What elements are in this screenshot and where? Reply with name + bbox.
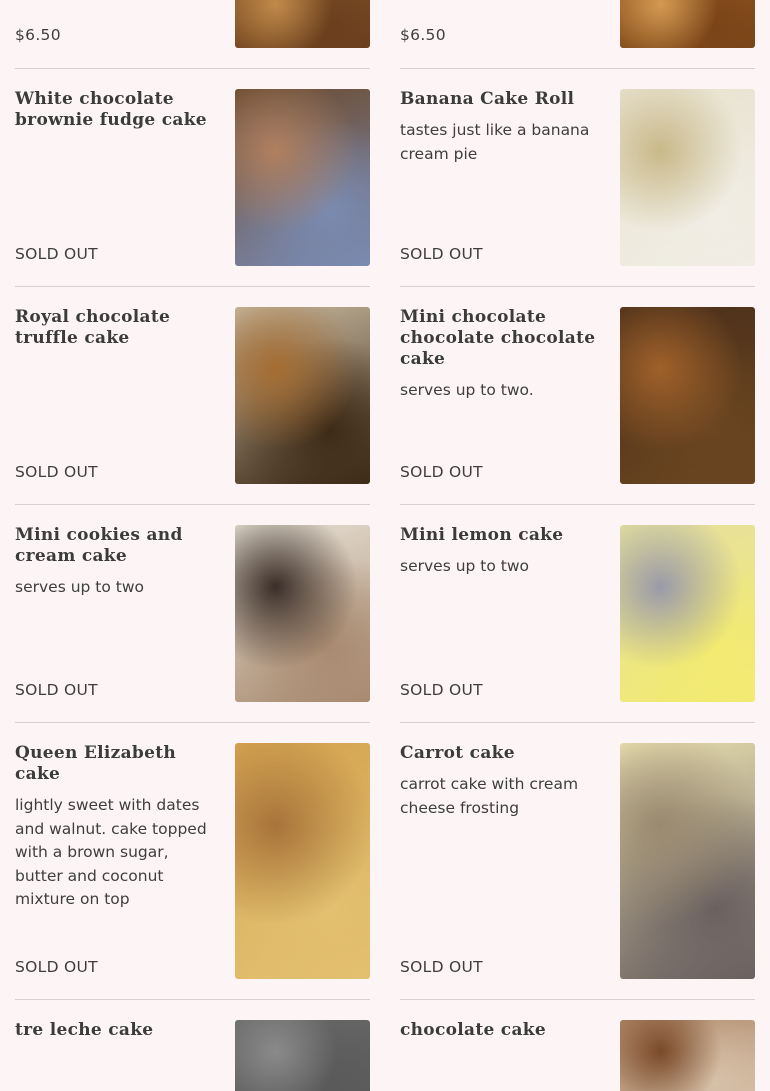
- menu-item[interactable]: Mini cookies and cream cake serves up to…: [15, 525, 370, 723]
- cake-photo-image[interactable]: [620, 307, 755, 484]
- item-description: serves up to two.: [400, 381, 534, 399]
- menu-item[interactable]: Royal chocolate truffle cake SOLD OUT: [15, 307, 370, 505]
- cake-photo-image[interactable]: [235, 0, 370, 48]
- sold-out-label: SOLD OUT: [400, 681, 483, 699]
- item-name: Queen Elizabeth cake: [15, 743, 177, 784]
- sold-out-label: SOLD OUT: [400, 245, 483, 263]
- item-name: Carrot cake: [400, 743, 515, 763]
- sold-out-label: SOLD OUT: [15, 958, 98, 976]
- menu-item[interactable]: Carrot cake carrot cake with cream chees…: [400, 743, 755, 1000]
- item-divider: [15, 999, 370, 1000]
- item-description: lightly sweet with dates and walnut. cak…: [15, 796, 207, 908]
- item-divider: [15, 286, 370, 287]
- menu-item[interactable]: Mini lemon cake serves up to two SOLD OU…: [400, 525, 755, 723]
- sold-out-label: SOLD OUT: [400, 958, 483, 976]
- item-name: Banana Cake Roll: [400, 89, 575, 109]
- menu-grid: $6.50 $6.50 White chocolate brownie fudg…: [0, 0, 770, 1091]
- cake-photo-image[interactable]: [620, 525, 755, 702]
- item-name: White chocolate brownie fudge cake: [15, 89, 207, 130]
- item-name: Mini chocolate chocolate chocolate cake: [400, 307, 596, 369]
- menu-item[interactable]: $6.50: [15, 0, 370, 69]
- cake-photo-image[interactable]: [235, 743, 370, 979]
- item-divider: [15, 722, 370, 723]
- item-divider: [400, 722, 755, 723]
- sold-out-label: SOLD OUT: [15, 463, 98, 481]
- item-description: serves up to two: [15, 578, 145, 596]
- item-divider: [15, 68, 370, 69]
- menu-item[interactable]: $6.50: [400, 0, 755, 69]
- item-name: Mini lemon cake: [400, 525, 564, 545]
- item-divider: [15, 504, 370, 505]
- cake-photo-image[interactable]: [235, 307, 370, 484]
- item-divider: [400, 286, 755, 287]
- cake-photo-image[interactable]: [620, 89, 755, 266]
- menu-item[interactable]: White chocolate brownie fudge cake SOLD …: [15, 89, 370, 287]
- item-divider: [400, 68, 755, 69]
- item-description: tastes just like a banana cream pie: [400, 121, 590, 163]
- sold-out-label: SOLD OUT: [400, 463, 483, 481]
- sold-out-label: SOLD OUT: [15, 245, 98, 263]
- item-divider: [400, 999, 755, 1000]
- item-price: $6.50: [15, 26, 61, 44]
- menu-item[interactable]: Mini chocolate chocolate chocolate cake …: [400, 307, 755, 505]
- menu-item[interactable]: Queen Elizabeth cake lightly sweet with …: [15, 743, 370, 1000]
- sold-out-label: SOLD OUT: [15, 681, 98, 699]
- item-divider: [400, 504, 755, 505]
- cake-photo-image[interactable]: [235, 89, 370, 266]
- item-name: tre leche cake: [15, 1020, 154, 1040]
- item-description: serves up to two: [400, 557, 530, 575]
- menu-item[interactable]: tre leche cake: [15, 1020, 370, 1091]
- menu-item[interactable]: chocolate cake: [400, 1020, 755, 1091]
- item-description: carrot cake with cream cheese frosting: [400, 775, 579, 817]
- item-price: $6.50: [400, 26, 446, 44]
- cake-photo-image[interactable]: [235, 525, 370, 702]
- item-name: chocolate cake: [400, 1020, 546, 1040]
- item-name: Royal chocolate truffle cake: [15, 307, 171, 348]
- item-name: Mini cookies and cream cake: [15, 525, 183, 566]
- cake-photo-image[interactable]: [620, 0, 755, 48]
- cake-photo-image[interactable]: [620, 743, 755, 979]
- menu-item[interactable]: Banana Cake Roll tastes just like a bana…: [400, 89, 755, 287]
- cake-photo-image[interactable]: [235, 1020, 370, 1091]
- cake-photo-image[interactable]: [620, 1020, 755, 1091]
